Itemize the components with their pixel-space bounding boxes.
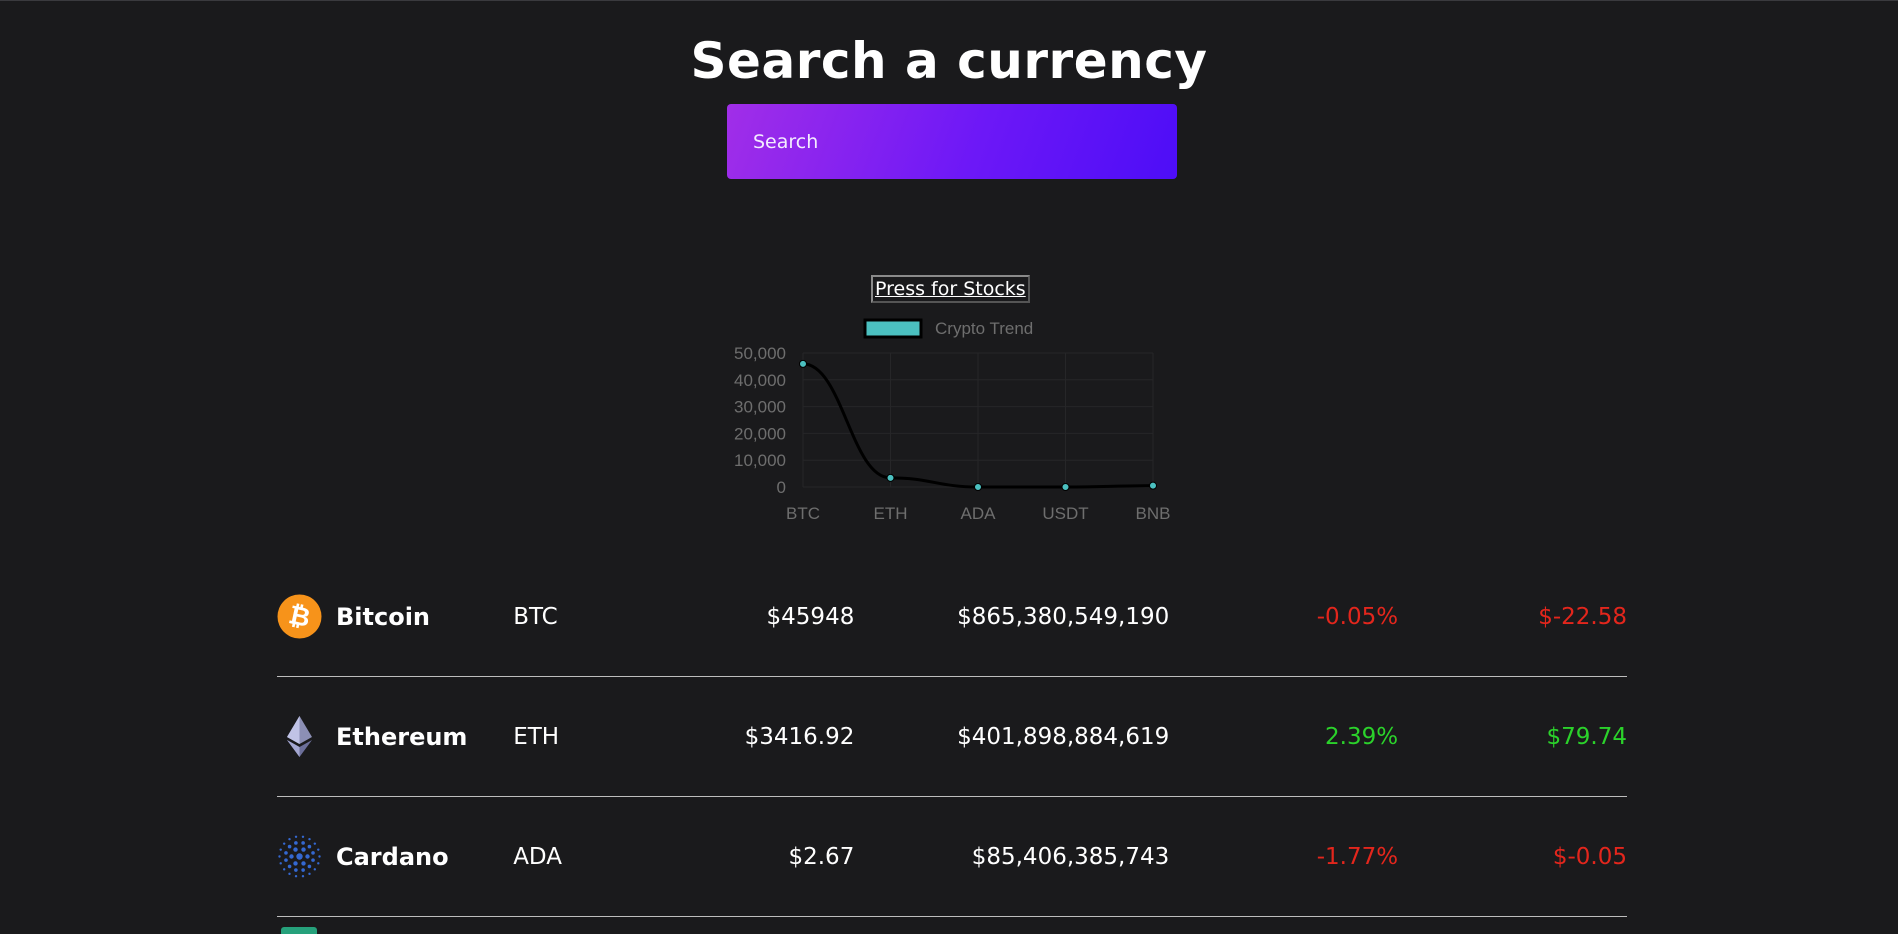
- coin-row-eth[interactable]: Ethereum ETH $3416.92 $401,898,884,619 2.39%…: [277, 676, 1627, 797]
- data-point-eth: [886, 473, 895, 482]
- y-tick-label: 20,000: [734, 424, 786, 443]
- tether-icon-partial: [281, 927, 317, 934]
- x-tick-label: BNB: [1136, 504, 1171, 523]
- search-box[interactable]: [727, 104, 1177, 179]
- search-input[interactable]: [751, 129, 1153, 154]
- x-tick-label: ETH: [874, 504, 908, 523]
- coin-change-amount: $-0.05: [1398, 796, 1627, 917]
- coin-market-cap: $401,898,884,619: [854, 676, 1170, 797]
- coin-name: Ethereum: [336, 722, 468, 751]
- coin-price: $45948: [660, 557, 855, 677]
- coin-change-amount: $79.74: [1398, 676, 1627, 797]
- coin-change-percent: -1.77%: [1169, 796, 1399, 917]
- currency-table: ₿ Bitcoin BTC $45948 $865,380,549,190 -0.05% $…: [277, 557, 1627, 917]
- x-tick-label: USDT: [1042, 504, 1088, 523]
- data-point-btc: [799, 359, 807, 368]
- top-border: [0, 0, 1898, 1]
- coin-price: $3416.92: [660, 676, 855, 797]
- page-title: Search a currency: [690, 31, 1208, 90]
- legend-label: Crypto Trend: [935, 319, 1033, 338]
- y-axis-ticks: 50,000 40,000 30,000 20,000 10,000 0: [734, 344, 786, 497]
- coin-change-percent: -0.05%: [1169, 557, 1399, 677]
- coin-symbol: ETH: [513, 676, 661, 797]
- y-tick-label: 0: [777, 478, 786, 497]
- coin-name-cell: Ethereum: [277, 676, 514, 797]
- coin-name: Bitcoin: [336, 602, 431, 631]
- x-tick-label: ADA: [961, 504, 997, 523]
- coin-market-cap: $85,406,385,743: [854, 796, 1170, 917]
- chart-legend: Crypto Trend: [863, 318, 1033, 339]
- press-for-stocks-button[interactable]: Press for Stocks: [871, 275, 1030, 303]
- crypto-trend-chart: 50,000 40,000 30,000 20,000 10,000 0 BTC ETH AD…: [734, 318, 1170, 523]
- x-tick-label: BTC: [786, 504, 820, 523]
- coin-symbol: BTC: [513, 557, 661, 677]
- y-tick-label: 40,000: [734, 371, 786, 390]
- x-axis-ticks: BTC ETH ADA USDT BNB: [786, 504, 1170, 523]
- bitcoin-icon: ₿: [277, 594, 322, 639]
- ethereum-icon: [277, 714, 322, 759]
- coin-change-percent: 2.39%: [1169, 676, 1399, 797]
- coin-symbol: ADA: [513, 796, 661, 917]
- coin-market-cap: $865,380,549,190: [854, 557, 1170, 677]
- chart-grid: [802, 352, 1154, 488]
- data-point-usdt: [1061, 482, 1070, 491]
- y-tick-label: 50,000: [734, 344, 786, 363]
- coin-price: $2.67: [660, 796, 855, 917]
- coin-row-btc[interactable]: ₿ Bitcoin BTC $45948 $865,380,549,190 -0.05% $…: [277, 557, 1627, 677]
- data-point-ada: [974, 482, 982, 491]
- y-tick-label: 10,000: [734, 451, 786, 470]
- legend-swatch: [863, 318, 923, 339]
- y-tick-label: 30,000: [734, 398, 786, 417]
- coin-name: Cardano: [336, 842, 449, 871]
- coin-name-cell: Cardano: [277, 796, 514, 917]
- coin-name-cell: ₿ Bitcoin: [277, 557, 514, 677]
- cardano-icon: [277, 834, 322, 879]
- coin-change-amount: $-22.58: [1398, 557, 1627, 677]
- coin-row-ada[interactable]: Cardano ADA $2.67 $85,406,385,743 -1.77% $-0.…: [277, 796, 1627, 917]
- data-point-bnb: [1149, 481, 1157, 490]
